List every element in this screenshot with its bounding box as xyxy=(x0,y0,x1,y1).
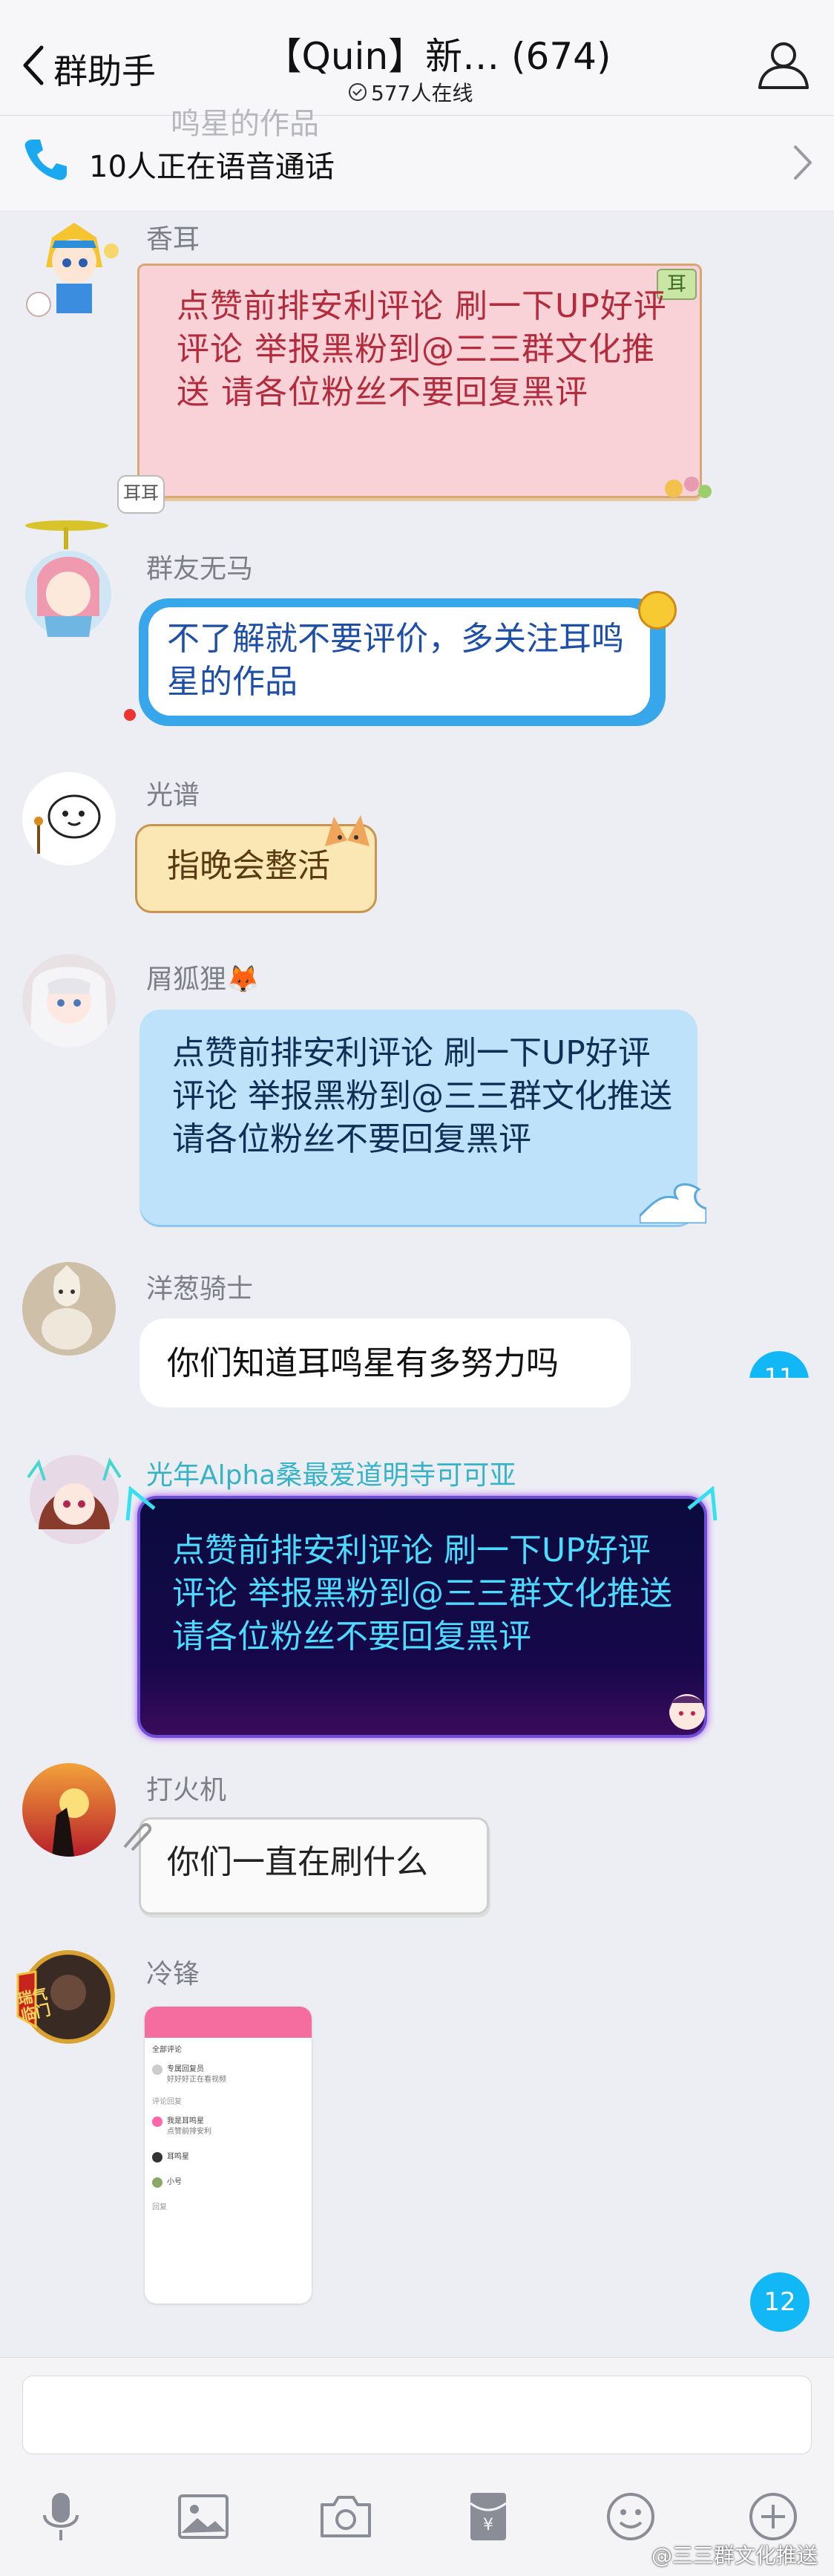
sender-name: 冷锋 xyxy=(146,1959,200,1990)
mic-icon[interactable] xyxy=(33,2488,89,2545)
online-count: 577人在线 xyxy=(371,81,473,105)
thumbnail-avatar xyxy=(152,2152,162,2163)
avatar-frame-text: 瑞气临门 xyxy=(16,1984,53,2024)
scrolled-ghost-text: 鸣星的作品 xyxy=(171,107,319,141)
voice-call-text: 10人正在语音通话 xyxy=(89,150,335,184)
phone-icon xyxy=(24,140,67,180)
thumbnail-footer: 回复 xyxy=(152,2203,167,2211)
message-input[interactable] xyxy=(22,2376,812,2454)
avatar[interactable] xyxy=(22,772,116,866)
avatar[interactable] xyxy=(22,520,134,638)
unread-badge[interactable]: 12 xyxy=(750,2272,810,2332)
unread-count: 11 xyxy=(749,1351,809,1378)
message-text: 你们一直在刷什么 xyxy=(167,1843,428,1881)
avatar[interactable]: 瑞气临门 xyxy=(13,1945,119,2050)
propeller-anime-avatar-icon xyxy=(25,520,111,637)
message-text: 不了解就不要评价，多关注耳鸣星的作品 xyxy=(167,620,624,701)
thumbnail-avatar xyxy=(152,2177,162,2188)
thumbnail-name: 小号 xyxy=(167,2178,182,2186)
wave-decoration-icon xyxy=(640,1183,706,1223)
back-button-label[interactable]: 群助手 xyxy=(53,45,156,94)
online-status: 577人在线 xyxy=(349,77,473,107)
online-check-icon xyxy=(349,83,367,101)
sender-name: 香耳 xyxy=(146,224,200,255)
sender-name: 打火机 xyxy=(146,1775,227,1805)
neon-ear-icon xyxy=(125,1486,156,1521)
sender-name: 群友无马 xyxy=(146,554,254,584)
back-chevron-icon[interactable] xyxy=(19,43,49,88)
message-text: 你们知道耳鸣星有多努力吗 xyxy=(167,1344,559,1382)
red-packet-icon[interactable]: ¥ xyxy=(460,2488,516,2545)
avatar[interactable] xyxy=(22,215,126,319)
camera-icon[interactable] xyxy=(318,2488,374,2545)
sunset-avatar-icon xyxy=(22,1763,116,1857)
unread-badge-partial[interactable]: 11 xyxy=(749,1351,809,1378)
plus-icon[interactable] xyxy=(745,2488,801,2545)
emoji-icon[interactable] xyxy=(602,2488,659,2545)
group-title[interactable]: 【Quin】新… (674) xyxy=(252,27,623,80)
thumbnail-name: 专属回复员 xyxy=(167,2065,204,2073)
thumbnail-line: 好好好正在看视频 xyxy=(167,2076,226,2084)
avatar[interactable] xyxy=(22,1763,116,1857)
onion-knight-avatar-icon xyxy=(22,1262,116,1356)
message-text: 点赞前排安利评论 刷一下UP好评评论 举报黑粉到@三三群文化推送 请各位粉丝不要… xyxy=(172,1531,672,1655)
chibi-sticker-icon xyxy=(669,1694,705,1730)
thumbnail-avatar xyxy=(152,2116,162,2127)
avatar[interactable] xyxy=(22,954,116,1047)
red-dot-icon xyxy=(124,709,136,721)
thumbnail-header xyxy=(145,2007,312,2038)
avatar[interactable] xyxy=(22,1448,126,1552)
anime-avatar-icon xyxy=(22,215,126,319)
sender-name-colored: 光年Alpha桑最爱道明寺可可亚 xyxy=(146,1460,516,1491)
thumbnail-name: 我是耳鸣星 xyxy=(167,2117,204,2125)
image-icon[interactable] xyxy=(175,2488,232,2545)
chevron-right-icon[interactable] xyxy=(791,144,813,181)
neon-ear-icon xyxy=(687,1486,718,1521)
group-members-icon[interactable] xyxy=(755,39,812,91)
neon-frame-anime-avatar-icon xyxy=(27,1455,122,1544)
message-text: 点赞前排安利评论 刷一下UP好评评论 举报黑粉到@三三群文化推送 请各位粉丝不要… xyxy=(177,287,667,411)
bubble-sticker: 耳耳 xyxy=(117,475,165,514)
thumbnail-name: 耳鸣星 xyxy=(167,2153,189,2161)
cat-ears-icon xyxy=(325,815,370,846)
sender-name: 洋葱骑士 xyxy=(146,1274,254,1304)
thumbnail-section: 评论回复 xyxy=(152,2098,182,2106)
silver-hair-avatar-icon xyxy=(30,967,108,1047)
weibo-watermark: @三三群文化推送 xyxy=(651,2543,818,2568)
message-text: 指晚会整活 xyxy=(167,847,330,885)
doodle-avatar-icon xyxy=(34,794,101,854)
flower-decoration-icon xyxy=(665,477,712,498)
image-message-thumbnail[interactable]: 全部评论 专属回复员 好好好正在看视频 评论回复 我是耳鸣星 点赞前排安利 耳鸣… xyxy=(145,2007,312,2304)
bell-icon xyxy=(638,591,677,630)
sender-name: 屑狐狸🦊 xyxy=(146,964,260,995)
thumbnail-line: 点赞前排安利 xyxy=(167,2128,211,2136)
sender-name: 光谱 xyxy=(146,780,200,811)
paperclip-icon xyxy=(123,1823,152,1851)
message-text: 点赞前排安利评论 刷一下UP好评评论 举报黑粉到@三三群文化推送 请各位粉丝不要… xyxy=(172,1034,672,1158)
thumbnail-label: 全部评论 xyxy=(152,2046,182,2054)
avatar[interactable] xyxy=(22,1262,116,1356)
thumbnail-avatar xyxy=(152,2065,162,2075)
svg-text:¥: ¥ xyxy=(483,2516,493,2534)
